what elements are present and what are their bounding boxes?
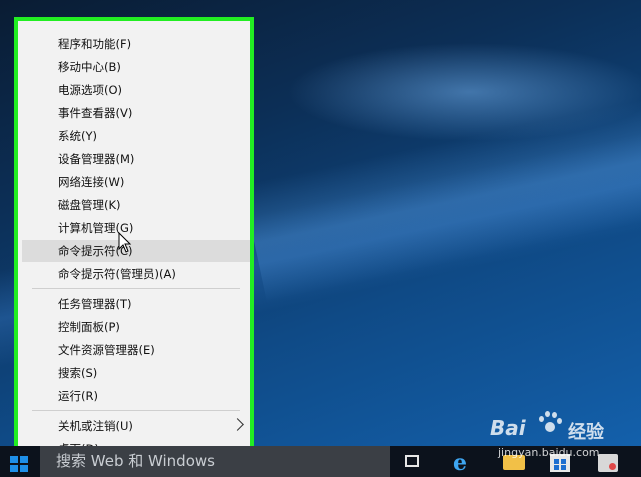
- menu-item-system[interactable]: 系统(Y): [22, 125, 250, 147]
- menu-item-file-explorer[interactable]: 文件资源管理器(E): [22, 339, 250, 361]
- menu-item-network-connections[interactable]: 网络连接(W): [22, 171, 250, 193]
- menu-item-disk-management[interactable]: 磁盘管理(K): [22, 194, 250, 216]
- menu-item-run[interactable]: 运行(R): [22, 385, 250, 407]
- menu-item-label: 设备管理器(M): [58, 152, 135, 166]
- mouse-cursor-icon: [118, 232, 132, 253]
- menu-item-device-manager[interactable]: 设备管理器(M): [22, 148, 250, 170]
- wallpaper-light-beam: [242, 97, 641, 303]
- menu-item-computer-management[interactable]: 计算机管理(G): [22, 217, 250, 239]
- menu-item-label: 控制面板(P): [58, 320, 120, 334]
- menu-item-label: 事件查看器(V): [58, 106, 133, 120]
- menu-item-task-manager[interactable]: 任务管理器(T): [22, 293, 250, 315]
- edge-browser-icon[interactable]: e: [453, 452, 477, 476]
- menu-item-label: 命令提示符(管理员)(A): [58, 267, 176, 281]
- menu-item-event-viewer[interactable]: 事件查看器(V): [22, 102, 250, 124]
- menu-item-label: 系统(Y): [58, 129, 97, 143]
- menu-item-label: 任务管理器(T): [58, 297, 132, 311]
- power-user-menu: 程序和功能(F) 移动中心(B) 电源选项(O) 事件查看器(V) 系统(Y) …: [22, 26, 250, 459]
- task-view-icon[interactable]: [405, 455, 419, 467]
- menu-item-label: 移动中心(B): [58, 60, 121, 74]
- menu-item-search[interactable]: 搜索(S): [22, 362, 250, 384]
- menu-separator: [32, 410, 240, 411]
- menu-item-label: 关机或注销(U): [58, 419, 133, 433]
- paw-icon: [536, 410, 562, 434]
- menu-item-mobility-center[interactable]: 移动中心(B): [22, 56, 250, 78]
- menu-item-label: 网络连接(W): [58, 175, 125, 189]
- menu-separator: [32, 288, 240, 289]
- menu-item-label: 电源选项(O): [58, 83, 123, 97]
- menu-item-power-options[interactable]: 电源选项(O): [22, 79, 250, 101]
- menu-item-label: 搜索(S): [58, 366, 98, 380]
- watermark-url: jingyan.baidu.com: [498, 446, 600, 459]
- chevron-right-icon: [231, 418, 244, 431]
- menu-item-control-panel[interactable]: 控制面板(P): [22, 316, 250, 338]
- watermark-brand-cn: 经验: [568, 422, 604, 443]
- menu-item-command-prompt-admin[interactable]: 命令提示符(管理员)(A): [22, 263, 250, 285]
- watermark-brand: Bai: [490, 416, 526, 440]
- menu-item-label: 运行(R): [58, 389, 98, 403]
- menu-item-label: 磁盘管理(K): [58, 198, 121, 212]
- menu-item-shutdown-signout[interactable]: 关机或注销(U): [22, 415, 250, 437]
- menu-item-programs-features[interactable]: 程序和功能(F): [22, 33, 250, 55]
- power-user-menu-frame: 程序和功能(F) 移动中心(B) 电源选项(O) 事件查看器(V) 系统(Y) …: [14, 17, 254, 463]
- menu-item-label: 程序和功能(F): [58, 37, 132, 51]
- menu-item-command-prompt[interactable]: 命令提示符(C): [22, 240, 250, 262]
- menu-item-label: 文件资源管理器(E): [58, 343, 155, 357]
- windows-start-icon[interactable]: [10, 456, 28, 472]
- baidu-watermark: Bai 经验 jingyan.baidu.com: [490, 410, 630, 465]
- taskbar-search-input[interactable]: 搜索 Web 和 Windows: [40, 446, 390, 477]
